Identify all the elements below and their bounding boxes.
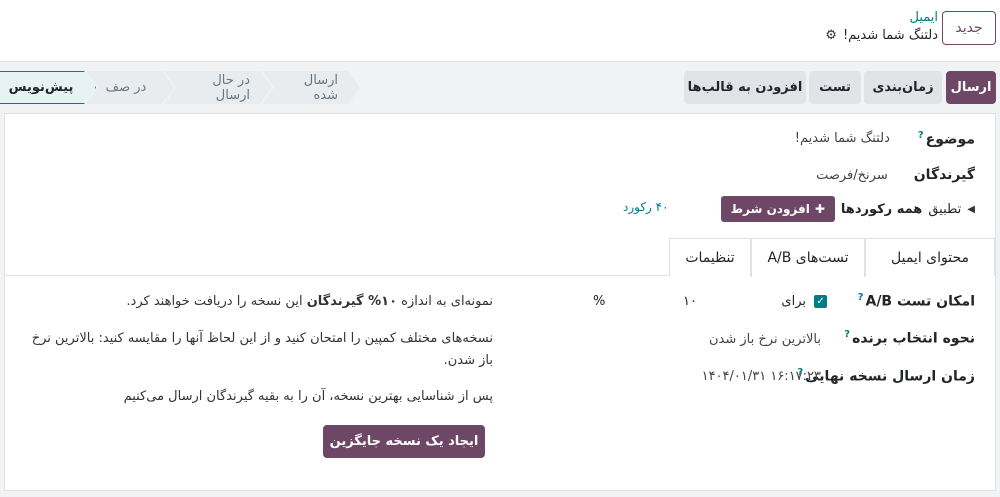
stage-draft[interactable]: پیش‌نویس: [0, 71, 96, 104]
plus-icon: ✚: [814, 202, 825, 216]
form-sheet: موضوع? دلتنگ شما شدیم! گیرندگان سرنخ/فرص…: [4, 113, 996, 491]
breadcrumb: ایمیل دلتنگ شما شدیم! ⚙: [825, 10, 938, 46]
winner-row: نحوه انتخاب برنده?: [844, 329, 975, 347]
status-bar: پیش‌نویس در صف در حال ارسال ارسال شده: [4, 71, 360, 104]
new-button[interactable]: جدید: [942, 11, 996, 45]
tab-email-content[interactable]: محتوای ایمیل: [865, 238, 995, 276]
recipients-label: گیرندگان: [913, 167, 975, 183]
tab-settings[interactable]: تنظیمات: [669, 238, 751, 276]
for-label: برای: [781, 294, 806, 309]
filter-apply-label: تطبیق: [928, 201, 962, 217]
question-icon[interactable]: ?: [858, 292, 864, 303]
ab-note-compare: نسخه‌های مختلف کمپین را امتحان کنید و از…: [31, 331, 493, 368]
winner-select[interactable]: بالاترین نرخ باز شدن: [709, 332, 821, 347]
subject-label: موضوع?: [917, 130, 975, 148]
subject-input[interactable]: دلتنگ شما شدیم!: [795, 131, 890, 146]
ab-note-sample: نمونه‌ای به اندازه ۱۰% گیرندگان این نسخه…: [126, 294, 493, 309]
breadcrumb-current: دلتنگ شما شدیم! ⚙: [825, 26, 938, 46]
subject-row: موضوع? دلتنگ شما شدیم!: [795, 130, 975, 148]
test-button[interactable]: تست: [809, 71, 861, 104]
control-panel: جدید ایمیل دلتنگ شما شدیم! ⚙: [0, 0, 1000, 62]
notebook-tabs: محتوای ایمیل تست‌های A/B تنظیمات: [5, 238, 995, 277]
check-icon: ✓: [816, 296, 825, 307]
add-condition-button[interactable]: ✚ افزودن شرط: [720, 196, 835, 222]
create-alternative-button[interactable]: ایجاد یک نسخه جایگزین: [323, 425, 485, 458]
ab-allow-checkbox[interactable]: ✓: [814, 295, 827, 308]
ab-note-winner: پس از شناسایی بهترین نسخه، آن را به بقیه…: [123, 389, 493, 404]
filter-all-records[interactable]: همه رکوردها: [841, 202, 922, 217]
final-send-row: زمان ارسال نسخه نهایی?: [797, 367, 975, 385]
question-icon[interactable]: ?: [918, 130, 924, 141]
send-button[interactable]: ارسال: [946, 71, 996, 104]
stage-queued[interactable]: در صف: [86, 71, 174, 104]
question-icon[interactable]: ?: [844, 329, 850, 340]
caret-left-icon[interactable]: ◀: [967, 204, 975, 215]
ab-percent-input[interactable]: ۱۰: [683, 294, 697, 309]
breadcrumb-current-label: دلتنگ شما شدیم!: [842, 28, 938, 43]
schedule-button[interactable]: زمان‌بندی: [864, 71, 942, 104]
ab-checkbox-group: ✓ برای: [781, 294, 827, 309]
ab-note-sample-bold: ۱۰% گیرندگان: [306, 294, 398, 309]
add-condition-label: افزودن شرط: [730, 202, 810, 216]
winner-label: نحوه انتخاب برنده?: [844, 329, 975, 347]
records-count-link[interactable]: ۴۰ رکورد: [623, 200, 669, 214]
ab-allow-label: امکان تست A/B?: [857, 292, 975, 310]
percent-sign: %: [593, 294, 606, 309]
recipients-select[interactable]: سرنخ/فرصت: [816, 168, 888, 183]
recipients-row: گیرندگان سرنخ/فرصت: [816, 167, 975, 183]
stage-sent[interactable]: ارسال شده: [262, 71, 360, 104]
gear-icon[interactable]: ⚙: [825, 26, 837, 46]
ab-allow-row: امکان تست A/B?: [858, 292, 975, 310]
breadcrumb-parent-link[interactable]: ایمیل: [825, 10, 938, 26]
tab-ab-tests[interactable]: تست‌های A/B: [751, 238, 865, 277]
final-send-label: زمان ارسال نسخه نهایی?: [797, 367, 975, 385]
stage-sending[interactable]: در حال ارسال: [164, 71, 272, 104]
add-to-templates-button[interactable]: افزودن به قالب‌ها: [684, 71, 806, 104]
final-send-datetime[interactable]: ۱۴۰۴/۰۱/۳۱ ۱۶:۱۷:۲۳: [702, 369, 821, 384]
domain-filter: ◀ تطبیق همه رکوردها ✚ افزودن شرط: [720, 196, 975, 222]
